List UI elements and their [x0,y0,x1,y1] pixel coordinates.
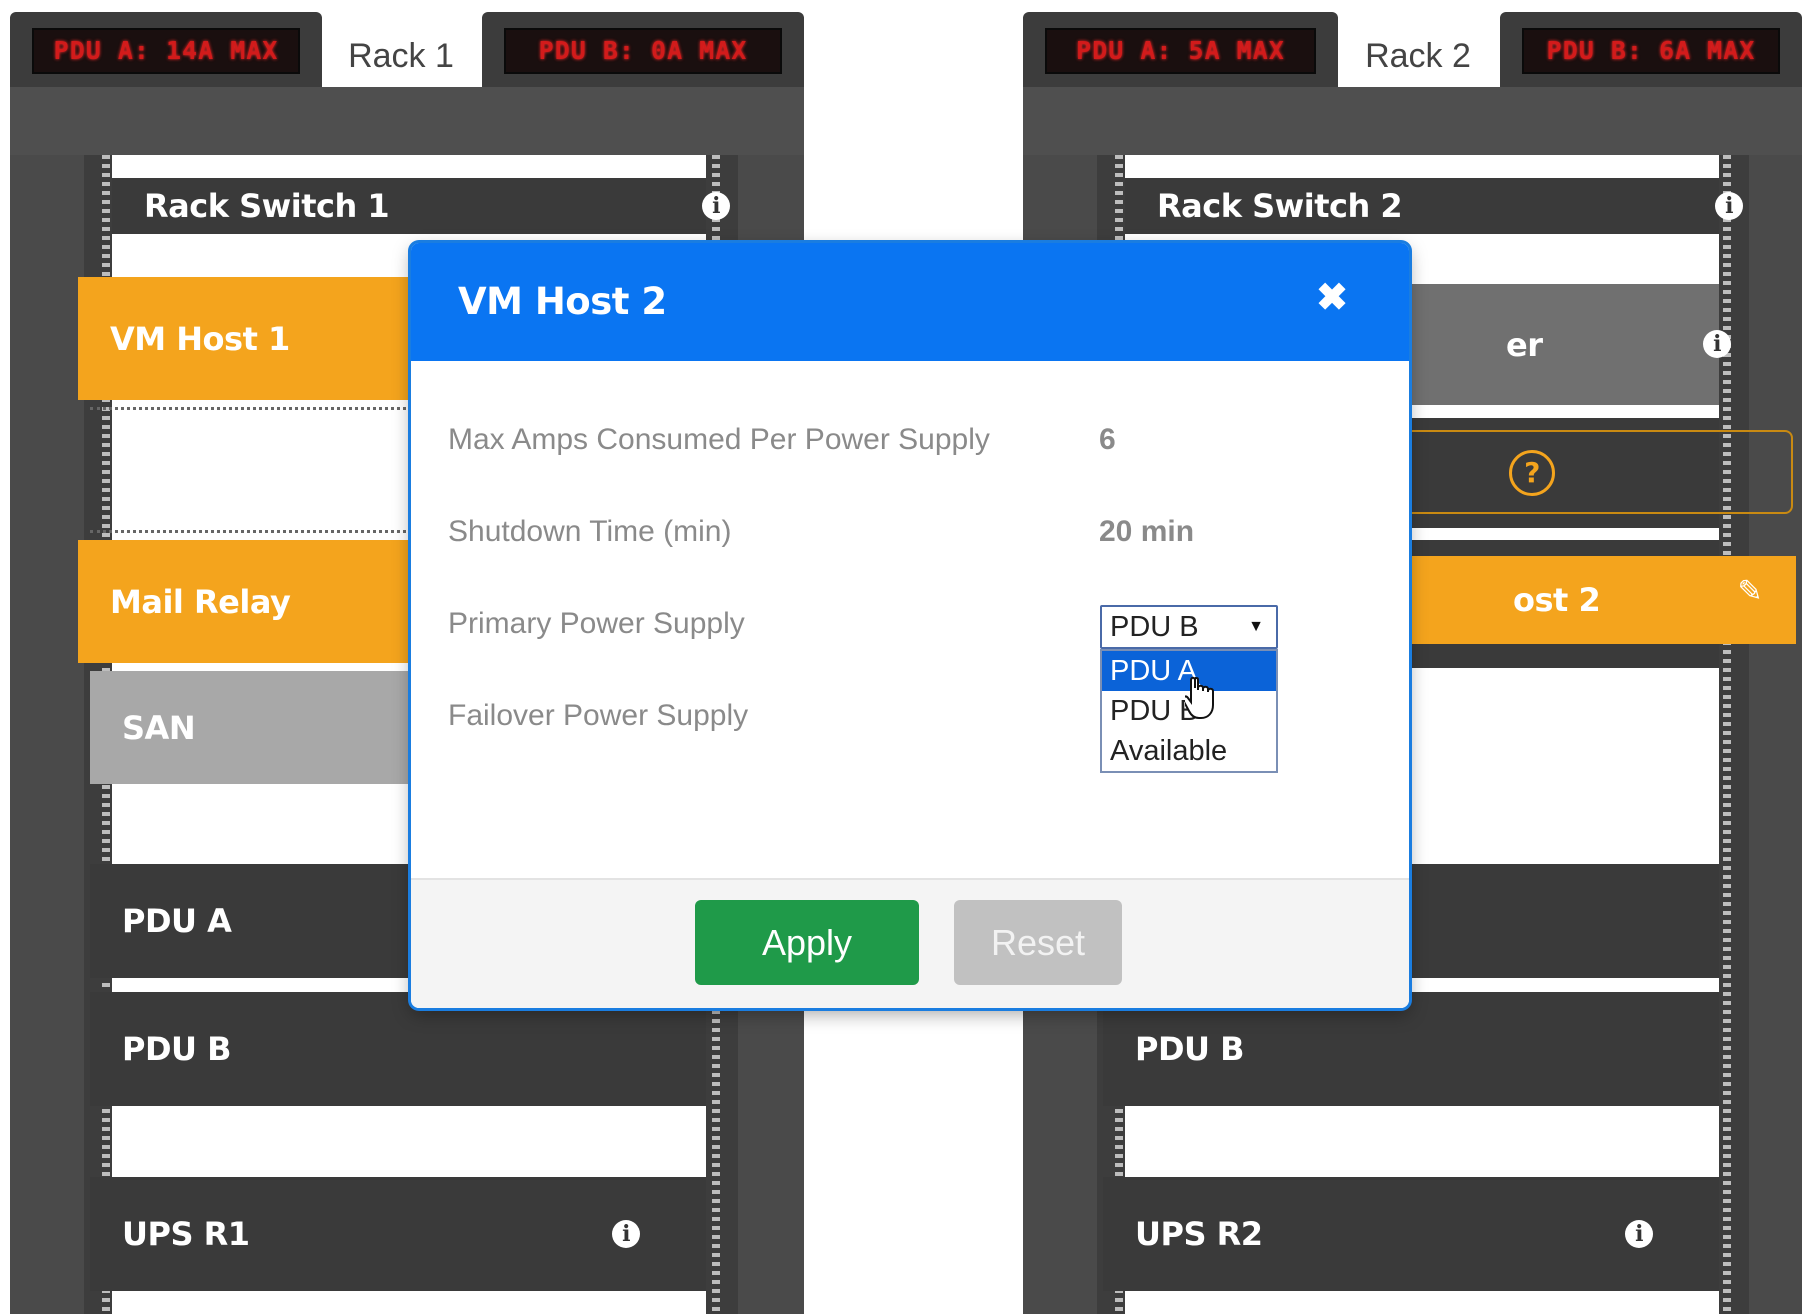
unit-label: PDU B [1135,1030,1245,1068]
caret-down-icon: ▼ [1248,618,1264,635]
rack-1-header: PDU A: 14A MAX Rack 1 PDU B: 0A MAX [10,12,804,87]
pdu-b-display: PDU B: 6A MAX [1500,12,1802,87]
ups-r2[interactable]: UPS R2 i [1103,1177,1719,1291]
vm-host-2-dialog: VM Host 2 ✖ Max Amps Consumed Per Power … [411,243,1409,1008]
shutdown-time-value: 20 min [1099,515,1195,548]
primary-power-supply-select[interactable]: PDU B ▼ [1100,605,1278,649]
unit-label: UPS R2 [1135,1215,1263,1253]
pdu-b-readout: PDU B: 0A MAX [504,28,782,74]
vm-host-2[interactable]: ost 2 ✎ [1363,556,1796,644]
unit-label: PDU A [122,902,232,940]
pdu-b-unit[interactable]: PDU B [90,992,706,1106]
max-amps-label: Max Amps Consumed Per Power Supply [448,423,990,456]
rack-2-tab[interactable]: Rack 2 [1338,26,1498,87]
select-value: PDU B [1110,611,1199,643]
info-icon[interactable]: i [1703,330,1731,358]
unit-label: UPS R1 [122,1215,250,1253]
dialog-title: VM Host 2 [458,280,667,323]
unit-label: Rack Switch 2 [1157,187,1403,225]
failover-power-supply-label: Failover Power Supply [448,699,749,732]
option-available[interactable]: Available [1102,731,1276,771]
unit-label: ost 2 [1513,581,1601,619]
info-icon[interactable]: i [702,192,730,220]
help-icon[interactable]: ? [1509,450,1555,496]
pdu-a-readout: PDU A: 14A MAX [32,28,300,74]
pdu-b-readout: PDU B: 6A MAX [1522,28,1780,74]
drop-zone[interactable]: ? [1363,430,1793,514]
rack-2-header: PDU A: 5A MAX Rack 2 PDU B: 6A MAX [1023,12,1802,87]
dialog-header: VM Host 2 ✖ [411,243,1409,361]
unit-label: Rack Switch 1 [144,187,390,225]
rack-switch-1[interactable]: Rack Switch 1 i [112,178,730,234]
ups-r1[interactable]: UPS R1 i [90,1177,706,1291]
rack-1-tab[interactable]: Rack 1 [322,26,480,87]
primary-power-supply-label: Primary Power Supply [448,607,745,640]
edit-icon[interactable]: ✎ [1737,574,1762,609]
unit-label: Mail Relay [110,582,291,621]
reset-button[interactable]: Reset [954,900,1122,985]
dialog-footer: Apply Reset [411,878,1409,1008]
rack-switch-2[interactable]: Rack Switch 2 i [1125,178,1743,234]
shutdown-time-label: Shutdown Time (min) [448,515,732,548]
mouse-pointer-icon [1185,676,1214,719]
pdu-a-readout: PDU A: 5A MAX [1045,28,1316,74]
rack-top-bar [10,87,804,155]
unit-label: VM Host 1 [110,319,290,358]
unit-label: PDU B [122,1030,232,1068]
close-icon[interactable]: ✖ [1315,279,1349,317]
pdu-a-display: PDU A: 5A MAX [1023,12,1338,87]
info-icon[interactable]: i [1625,1220,1653,1248]
apply-button[interactable]: Apply [695,900,919,985]
info-icon[interactable]: i [1715,192,1743,220]
unit-label: er [1506,325,1543,364]
unit-label: SAN [122,708,196,747]
rack-top-bar [1023,87,1802,155]
max-amps-value: 6 [1099,423,1116,456]
pdu-b-unit[interactable]: PDU B [1103,992,1719,1106]
pdu-a-display: PDU A: 14A MAX [10,12,322,87]
pdu-b-display: PDU B: 0A MAX [482,12,804,87]
info-icon[interactable]: i [612,1220,640,1248]
